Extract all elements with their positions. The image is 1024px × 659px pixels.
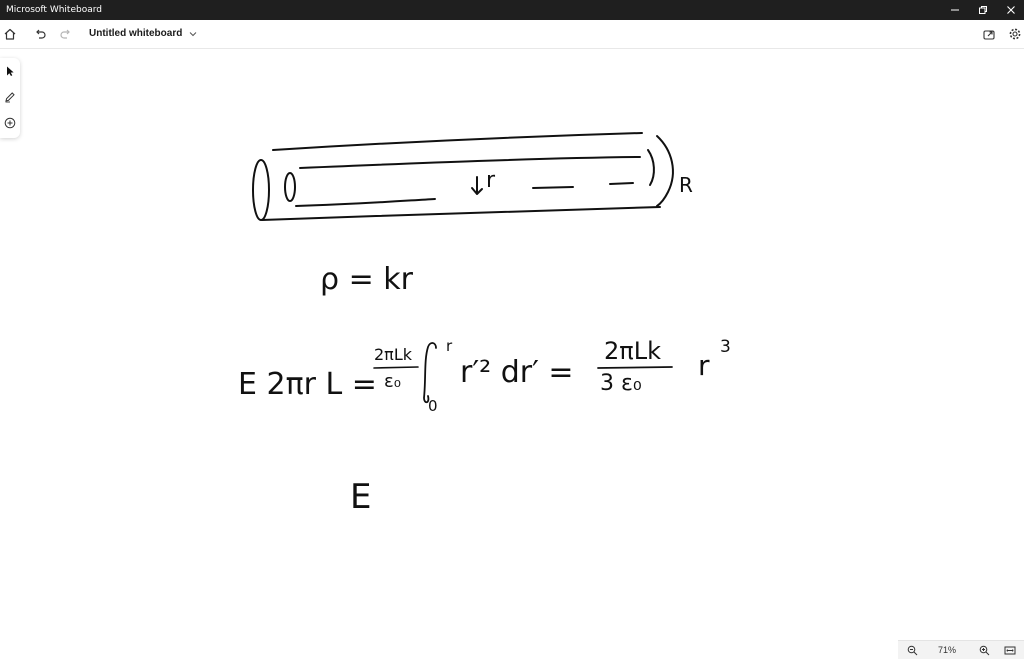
share-icon xyxy=(983,30,995,40)
cylinder-top-edge xyxy=(272,132,643,151)
fraction-bar-2 xyxy=(597,366,673,369)
share-button[interactable] xyxy=(979,24,999,44)
zoom-out-button[interactable] xyxy=(904,643,920,657)
fraction2-numerator: 2πLk xyxy=(604,337,661,365)
cylinder-right-cap xyxy=(656,135,674,207)
integral-lower-limit: 0 xyxy=(428,397,438,415)
cylinder-left-cap xyxy=(252,159,270,221)
zoom-controls: 71% xyxy=(898,640,1024,659)
r-cubed-exponent: 3 xyxy=(720,337,731,357)
home-icon xyxy=(4,28,16,40)
radius-label: r xyxy=(486,168,496,193)
board-title-dropdown[interactable]: Untitled whiteboard xyxy=(89,27,198,41)
close-button[interactable] xyxy=(996,0,1024,20)
outer-radius-label: R xyxy=(679,173,693,197)
fraction1-denominator: ε₀ xyxy=(384,371,401,392)
zoom-level: 71% xyxy=(937,645,956,655)
fraction2-denominator: 3 ε₀ xyxy=(600,371,642,396)
home-button[interactable] xyxy=(0,24,20,44)
app-toolbar: Untitled whiteboard xyxy=(0,20,1024,49)
integral-sign xyxy=(423,342,437,404)
gaussian-bottom-edge xyxy=(295,198,436,207)
ink-drawing xyxy=(252,132,674,404)
r-cubed-base: r xyxy=(698,349,710,382)
fit-screen-icon xyxy=(1004,646,1016,654)
minimize-button[interactable] xyxy=(940,0,970,20)
charge-density-equation: ρ = kr xyxy=(320,262,413,297)
gaussian-top-edge xyxy=(299,156,641,169)
restore-icon xyxy=(979,6,987,14)
bottom-E-label: E xyxy=(350,477,372,517)
gaussian-dash-1 xyxy=(532,186,574,189)
radius-arrow xyxy=(471,176,483,195)
restore-button[interactable] xyxy=(968,0,998,20)
gauss-law-lhs: E 2πr L = xyxy=(238,367,377,402)
fraction-bar-1 xyxy=(373,366,419,369)
cylinder-bottom-edge xyxy=(261,206,661,221)
chevron-down-icon xyxy=(189,32,197,37)
zoom-out-icon xyxy=(907,645,917,655)
gaussian-right-cap xyxy=(647,149,655,186)
gaussian-left-cap xyxy=(284,172,296,202)
undo-button[interactable] xyxy=(30,24,50,44)
app-title: Microsoft Whiteboard xyxy=(6,5,102,15)
close-icon xyxy=(1007,6,1015,14)
fit-to-screen-button[interactable] xyxy=(1002,643,1018,657)
title-bar: Microsoft Whiteboard xyxy=(0,0,1024,20)
fraction1-numerator: 2πLk xyxy=(374,345,412,364)
integrand: r′² dr′ = xyxy=(460,355,574,390)
whiteboard-canvas[interactable]: r R ρ = kr E 2πr L = 2πLk ε₀ r 0 r′² dr′… xyxy=(0,49,1024,639)
minimize-icon xyxy=(951,9,959,11)
gear-icon xyxy=(1009,28,1021,40)
undo-icon xyxy=(36,29,46,39)
zoom-in-button[interactable] xyxy=(976,643,992,657)
zoom-in-icon xyxy=(979,645,989,655)
settings-button[interactable] xyxy=(1005,24,1024,44)
board-title: Untitled whiteboard xyxy=(89,28,183,39)
redo-button[interactable] xyxy=(56,24,76,44)
integral-upper-limit: r xyxy=(446,337,453,355)
gaussian-dash-2 xyxy=(609,182,634,185)
redo-icon xyxy=(60,29,70,39)
